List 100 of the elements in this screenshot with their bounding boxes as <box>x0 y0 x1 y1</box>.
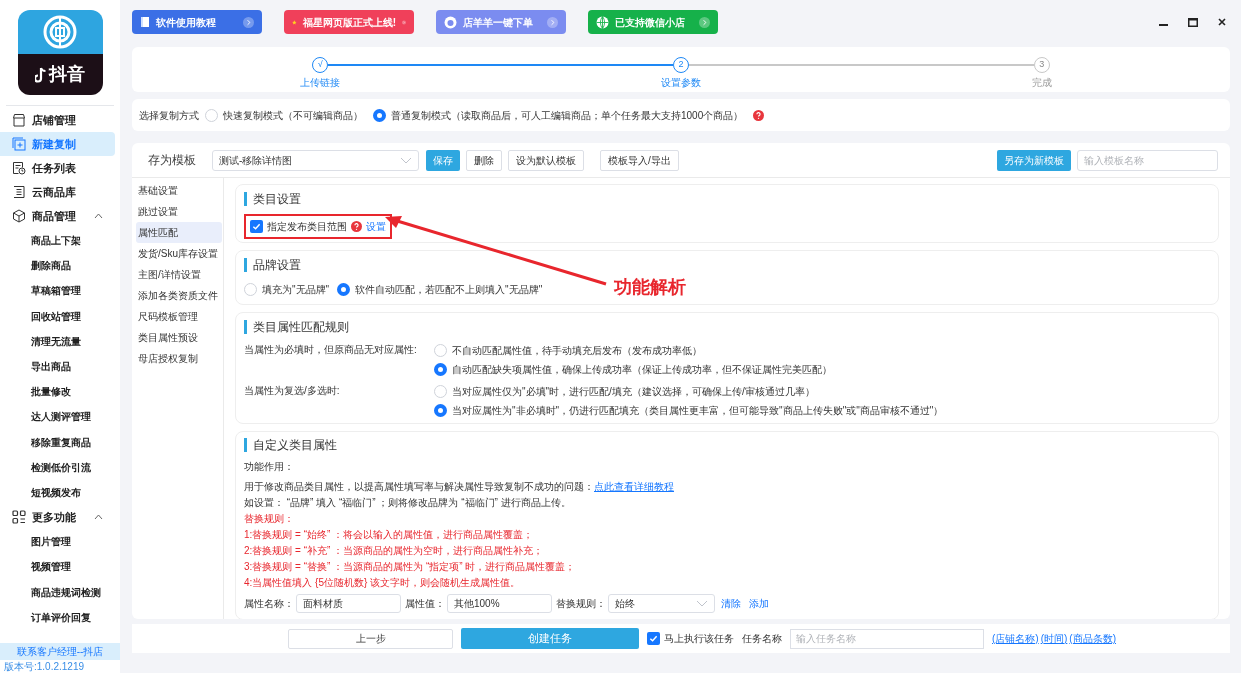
radio-label[interactable]: 不自动匹配属性值，待手动填充后发布（发布成功率低） <box>452 342 702 358</box>
clock-list-icon <box>12 161 26 175</box>
tutorial-link[interactable]: 点此查看详细教程 <box>594 479 674 495</box>
rule-text: 3:替换规则 = “替换” ：当源商品的属性为 “指定项” 时，进行商品属性覆盖； <box>244 560 577 574</box>
annotation-label: 功能解析 <box>614 276 686 299</box>
rule-label: 当属性为必填时，但原商品无对应属性: <box>244 343 418 357</box>
task-name-label: 任务名称 <box>742 632 782 646</box>
sidebar-group[interactable]: 商品管理 <box>0 204 120 228</box>
settings-tab[interactable]: 发货/Sku库存设置 <box>136 243 222 264</box>
rule-text: 2:替换规则 = “补充” ：当源商品的属性为空时，进行商品属性补充； <box>244 544 545 558</box>
toolbar-button[interactable]: 删除 <box>466 149 502 171</box>
toolbar-button[interactable]: 设为默认模板 <box>508 149 584 171</box>
sidebar-subitem[interactable]: 商品违规词检测 <box>0 579 120 605</box>
contact-button[interactable]: 联系客户经理--抖店 <box>0 643 120 660</box>
previous-button[interactable]: 上一步 <box>288 628 453 649</box>
radio-button[interactable] <box>434 362 447 376</box>
section-title: 品牌设置 <box>253 257 301 274</box>
attribute-name-field[interactable]: 面料材质 <box>296 594 401 613</box>
radio-label[interactable]: 快速复制模式（不可编辑商品） <box>223 107 363 123</box>
settings-tab[interactable]: 尺码模板管理 <box>136 306 222 327</box>
checkbox[interactable] <box>250 220 263 233</box>
sidebar-subitem[interactable]: 达人测评管理 <box>0 404 120 430</box>
rule-label: 当属性为复选/多选时: <box>244 384 341 398</box>
settings-tab[interactable]: 类目属性预设 <box>136 327 222 348</box>
field-label: 替换规则： <box>556 596 606 611</box>
sidebar-subitem[interactable]: 草稿箱管理 <box>0 278 120 304</box>
radio-label[interactable]: 自动匹配缺失项属性值，确保上传成功率（保证上传成功率，但不保证属性完美匹配） <box>452 361 832 377</box>
chevron-right-icon <box>547 16 558 28</box>
checkbox-label[interactable]: 马上执行该任务 <box>664 631 734 646</box>
check-icon <box>649 634 658 643</box>
sidebar-subitem[interactable]: 导出商品 <box>0 353 120 380</box>
settings-tab[interactable]: 基础设置 <box>136 180 222 201</box>
settings-tab[interactable]: 主图/详情设置 <box>136 264 222 285</box>
task-name-field[interactable]: 输入任务名称 <box>790 628 984 649</box>
template-select[interactable]: 测试-移除详情图 <box>212 149 419 171</box>
sidebar-subitem[interactable]: 短视频发布 <box>0 479 120 506</box>
settings-tab[interactable]: 跳过设置 <box>136 201 222 222</box>
toolbar-button[interactable]: 模板导入/导出 <box>600 149 679 171</box>
chevron-down-icon <box>696 600 708 607</box>
section-title: 自定义类目属性 <box>253 437 337 453</box>
checkbox[interactable] <box>647 632 660 645</box>
settings-tab[interactable]: 母店授权复制 <box>136 348 222 369</box>
sidebar-subitem[interactable]: 删除商品 <box>0 253 120 279</box>
sidebar-subitem[interactable]: 商品上下架 <box>0 228 120 254</box>
sidebar-item[interactable]: 店铺管理 <box>0 108 120 132</box>
book-icon <box>140 16 150 28</box>
section-title: 类目属性匹配规则 <box>253 319 349 336</box>
checkbox-label[interactable]: 指定发布类目范围 <box>267 219 347 234</box>
radio-label[interactable]: 当对应属性仅为"必填"时，进行匹配/填充（建议选择，可确保上传/审核通过几率） <box>452 383 815 399</box>
sidebar-subitem[interactable]: 移除重复商品 <box>0 429 120 455</box>
rule-text: 替换规则： <box>244 512 295 526</box>
sidebar-subitem[interactable]: 图片管理 <box>0 529 120 555</box>
box-icon <box>12 209 26 223</box>
globe-icon <box>596 15 609 29</box>
template-label: 存为模板 <box>148 152 196 169</box>
radio-button[interactable] <box>373 108 386 122</box>
sidebar-subitem[interactable]: 回收站管理 <box>0 303 120 329</box>
sidebar-item[interactable]: 任务列表 <box>0 156 120 180</box>
radio-label[interactable]: 普通复制模式（读取商品后，可人工编辑商品；单个任务最大支持1000个商品） <box>391 107 744 123</box>
settings-link[interactable]: 设置 <box>366 219 386 234</box>
sidebar-subitem[interactable]: 视频管理 <box>0 554 120 580</box>
sidebar-item[interactable]: 新建复制 <box>0 132 115 156</box>
template-name-field[interactable]: 输入模板名称 <box>1077 149 1218 171</box>
purpose-text: 功能作用： <box>244 460 295 474</box>
promo-banner[interactable]: 软件使用教程 <box>132 10 262 34</box>
help-icon[interactable] <box>351 221 362 232</box>
copy-mode-label: 选择复制方式 <box>139 108 199 123</box>
step-label: 上传链接 <box>300 76 341 90</box>
add-link[interactable]: 添加 <box>749 595 769 612</box>
sidebar-subitem[interactable]: 检测低价引流 <box>0 454 120 480</box>
chevron-right-icon <box>699 16 710 28</box>
token-link[interactable]: (商品条数) <box>1069 631 1116 646</box>
token-link[interactable]: (店铺名称) <box>992 631 1039 646</box>
settings-tab[interactable]: 添加各类资质文件 <box>136 285 222 306</box>
sidebar-group[interactable]: 更多功能 <box>0 505 120 530</box>
version-text: 版本号:1.0.2.1219 <box>3 660 86 673</box>
radio-label[interactable]: 填充为"无品牌" <box>262 282 330 297</box>
list-icon <box>12 185 26 199</box>
sidebar-subitem[interactable]: 清理无流量 <box>0 328 120 354</box>
help-icon[interactable] <box>753 109 765 121</box>
close-icon[interactable] <box>1218 18 1226 26</box>
field-label: 属性值： <box>405 596 445 611</box>
maximize-icon[interactable] <box>1188 17 1198 27</box>
radio-label[interactable]: 当对应属性为"非必填时"，仍进行匹配填充（类目属性更丰富，但可能导致"商品上传失败"或"商品审核不通过"） <box>452 402 944 418</box>
field-label: 属性名称： <box>244 596 294 611</box>
radio-button[interactable] <box>434 403 447 417</box>
sidebar-item[interactable]: 云商品库 <box>0 180 120 204</box>
clear-link[interactable]: 清除 <box>721 595 741 612</box>
radio-label[interactable]: 软件自动匹配，若匹配不上则填入"无品牌" <box>355 282 543 297</box>
token-link[interactable]: (时间) <box>1040 631 1068 646</box>
step-label: 完成 <box>1031 76 1052 90</box>
attribute-value-field[interactable]: 其他100% <box>447 594 552 613</box>
sidebar-subitem[interactable]: 订单评价回复 <box>0 604 120 630</box>
settings-tab[interactable]: 属性匹配 <box>136 222 222 243</box>
promo-banner[interactable]: 福星网页版正式上线! <box>284 10 414 34</box>
rule-select[interactable]: 始终 <box>608 594 715 613</box>
chevron-down-icon <box>400 156 412 164</box>
sidebar-subitem[interactable]: 批量修改 <box>0 379 120 405</box>
radio-button[interactable] <box>337 283 351 296</box>
rule-text: 4:当属性值填入 {5位随机数} 该文字时，则会随机生成属性值。 <box>244 576 522 590</box>
